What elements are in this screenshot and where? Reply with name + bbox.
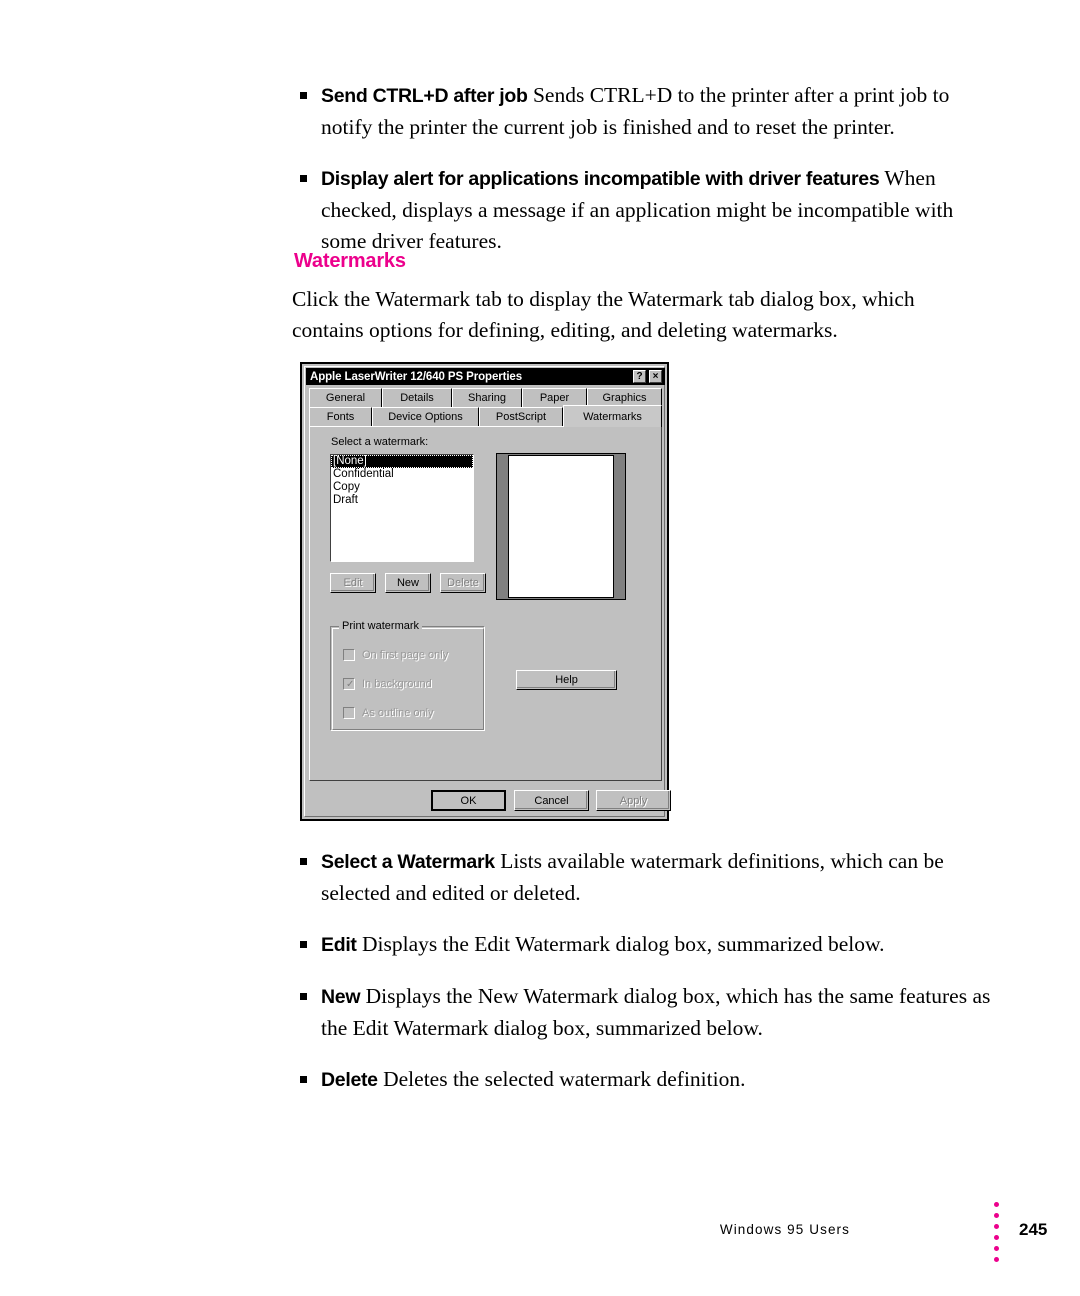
dialog-title: Apple LaserWriter 12/640 PS Properties	[310, 370, 523, 383]
checkbox-box-icon	[343, 649, 355, 661]
help-titlebar-icon[interactable]: ?	[633, 370, 646, 383]
tab-fonts[interactable]: Fonts	[309, 407, 372, 427]
apply-button[interactable]: Apply	[596, 790, 671, 811]
list-item[interactable]: [None]	[331, 455, 473, 468]
tab-postscript[interactable]: PostScript	[479, 407, 563, 427]
page-number: 245	[1019, 1220, 1048, 1239]
dialog-titlebar[interactable]: Apple LaserWriter 12/640 PS Properties ?…	[306, 368, 665, 385]
tab-watermarks[interactable]: Watermarks	[563, 405, 662, 427]
tab-sharing[interactable]: Sharing	[452, 388, 522, 408]
checkbox-box-checked-icon: ✓	[343, 678, 355, 690]
footer-dot	[994, 1235, 999, 1240]
bullet-term: Display alert for applications incompati…	[321, 168, 880, 190]
ok-button[interactable]: OK	[431, 790, 506, 811]
bullet-term: Delete	[321, 1069, 378, 1091]
bullet-term: New	[321, 986, 361, 1008]
help-button-label: Help	[555, 674, 578, 686]
printer-properties-dialog[interactable]: Apple LaserWriter 12/640 PS Properties ?…	[301, 363, 671, 820]
tab-device-options[interactable]: Device Options	[372, 407, 479, 427]
bullet-text: Displays the New Watermark dialog box, w…	[321, 984, 991, 1040]
watermarks-tab-panel: Select a watermark: [None] Confidential …	[309, 426, 662, 781]
cancel-button[interactable]: Cancel	[514, 790, 589, 811]
checkbox-label: In background	[362, 678, 432, 690]
bullet-item: Edit Displays the Edit Watermark dialog …	[292, 929, 1002, 961]
bullet-square-icon	[300, 941, 307, 948]
checkbox-label: As outline only	[362, 707, 434, 719]
tab-strip: General Details Sharing Paper Graphics F…	[309, 388, 662, 428]
bullet-term: Send CTRL+D after job	[321, 85, 528, 107]
footer-dot	[994, 1213, 999, 1218]
edit-watermark-button[interactable]: Edit	[330, 573, 376, 593]
close-icon[interactable]: ×	[649, 370, 662, 383]
footer-label: Windows 95 Users	[719, 1222, 850, 1237]
tab-row-2: Fonts Device Options PostScript Watermar…	[309, 405, 662, 427]
bullet-square-icon	[300, 1076, 307, 1083]
bullet-square-icon	[300, 175, 307, 182]
intro-paragraph: Click the Watermark tab to display the W…	[292, 287, 915, 342]
select-watermark-label: Select a watermark:	[331, 436, 429, 448]
watermark-preview	[496, 453, 626, 600]
bottom-bullet-list: Select a Watermark Lists available water…	[292, 846, 1002, 1116]
list-item[interactable]: Copy	[331, 481, 473, 494]
document-page: Send CTRL+D after job Sends CTRL+D to th…	[0, 0, 1080, 1296]
bullet-square-icon	[300, 92, 307, 99]
footer-dot-rule	[994, 1202, 1002, 1268]
page-footer: Windows 95 Users 245	[0, 1190, 1080, 1280]
section-heading-watermarks: Watermarks	[294, 250, 406, 272]
bullet-square-icon	[300, 858, 307, 865]
bullet-term: Select a Watermark	[321, 851, 495, 873]
bullet-item: Send CTRL+D after job Sends CTRL+D to th…	[292, 80, 992, 143]
new-watermark-button[interactable]: New	[385, 573, 431, 593]
preview-page-sheet	[508, 455, 614, 598]
checkbox-box-icon	[343, 707, 355, 719]
footer-dot	[994, 1246, 999, 1251]
bullet-item: Display alert for applications incompati…	[292, 163, 992, 257]
delete-watermark-button[interactable]: Delete	[440, 573, 486, 593]
top-bullet-list: Send CTRL+D after job Sends CTRL+D to th…	[292, 80, 992, 277]
print-watermark-group: Print watermark On first page only ✓ In …	[330, 620, 485, 731]
watermark-list[interactable]: [None] Confidential Copy Draft	[330, 454, 474, 562]
print-watermark-group-title: Print watermark	[339, 620, 423, 632]
help-button[interactable]: Help	[516, 670, 617, 690]
tab-general[interactable]: General	[309, 388, 382, 408]
tab-details[interactable]: Details	[382, 388, 452, 408]
bullet-square-icon	[300, 993, 307, 1000]
bullet-text: Displays the Edit Watermark dialog box, …	[356, 932, 885, 956]
checkbox-label: On first page only	[362, 649, 449, 661]
footer-dot	[994, 1257, 999, 1262]
checkbox-on-first-page-only[interactable]: On first page only	[343, 649, 448, 661]
footer-dot	[994, 1224, 999, 1229]
footer-dot	[994, 1202, 999, 1207]
bullet-item: New Displays the New Watermark dialog bo…	[292, 981, 1002, 1044]
checkbox-in-background[interactable]: ✓ In background	[343, 678, 432, 690]
list-item[interactable]: Draft	[331, 494, 473, 507]
bullet-item: Select a Watermark Lists available water…	[292, 846, 1002, 909]
bullet-term: Edit	[321, 934, 357, 956]
checkbox-as-outline-only[interactable]: As outline only	[343, 707, 434, 719]
intro-paragraph-block: Click the Watermark tab to display the W…	[292, 284, 972, 354]
list-item[interactable]: Confidential	[331, 468, 473, 481]
bullet-item: Delete Deletes the selected watermark de…	[292, 1064, 1002, 1096]
bullet-text: Deletes the selected watermark definitio…	[377, 1067, 746, 1091]
